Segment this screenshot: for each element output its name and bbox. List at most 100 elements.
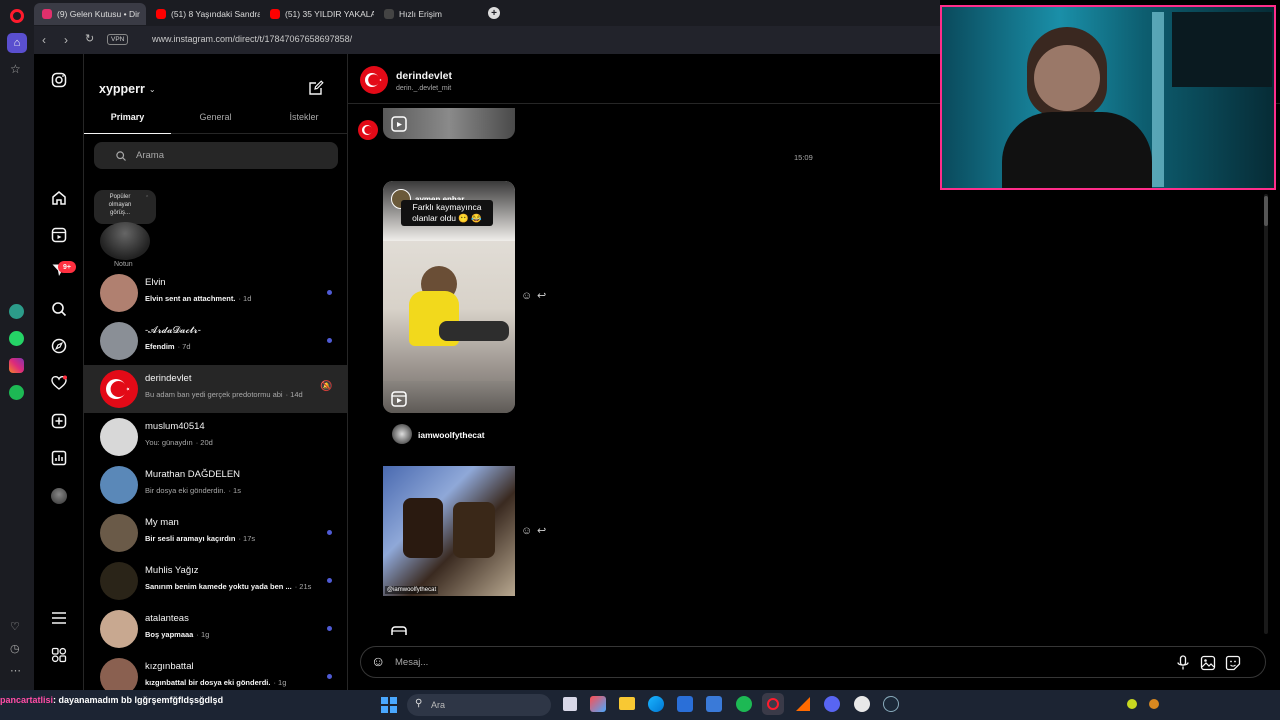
- unread-dot: [327, 626, 332, 631]
- app-icon[interactable]: [796, 697, 810, 711]
- reply-icon[interactable]: ↩: [537, 524, 546, 537]
- vpn-badge[interactable]: VPN: [107, 34, 129, 45]
- conversation-item[interactable]: muslum40514 You: günaydın · 20d: [84, 413, 348, 461]
- edge-icon[interactable]: [648, 696, 664, 712]
- url-field[interactable]: www.instagram.com/direct/t/1784706765869…: [152, 34, 352, 44]
- store-icon[interactable]: [677, 696, 693, 712]
- account-switcher[interactable]: xypperr ⌄: [99, 82, 156, 96]
- inbox-username: xypperr: [99, 82, 145, 96]
- unread-dot: [327, 578, 332, 583]
- message-composer[interactable]: ☺ Mesaj...: [360, 646, 1266, 678]
- reels-icon[interactable]: [49, 225, 69, 245]
- home-speeddial-icon[interactable]: ⌂: [7, 33, 27, 53]
- conversation-avatar: [100, 562, 138, 600]
- new-message-icon[interactable]: [308, 80, 324, 101]
- heart-icon[interactable]: ♡: [10, 620, 20, 633]
- whatsapp-icon[interactable]: [9, 331, 24, 346]
- instagram-logo-icon[interactable]: [49, 70, 69, 90]
- tab-youtube-2[interactable]: (51) 35 YILDIR YAKALANA: [262, 3, 374, 25]
- create-icon[interactable]: [49, 411, 69, 431]
- composer-placeholder: Mesaj...: [395, 657, 429, 668]
- chat-scrollbar[interactable]: [1264, 194, 1268, 634]
- notifications-heart-icon[interactable]: [49, 373, 69, 393]
- react-emoji-icon[interactable]: ☺: [521, 290, 532, 302]
- unread-dot: [327, 674, 332, 679]
- inbox-search[interactable]: Arama: [94, 142, 338, 169]
- react-emoji-icon[interactable]: ☺: [521, 525, 532, 537]
- tab-requests[interactable]: İstekler: [260, 112, 348, 134]
- home-icon[interactable]: [49, 188, 69, 208]
- start-button-icon[interactable]: [381, 697, 397, 713]
- previous-shared-reel[interactable]: [383, 108, 515, 139]
- image-icon[interactable]: [1200, 655, 1216, 671]
- conversation-preview: Elvin sent an attachment. · 1d: [145, 294, 251, 303]
- conversation-item[interactable]: derindevlet Bu adam ban yedi gerçek predo…: [84, 365, 348, 413]
- conversation-item[interactable]: atalanteas Boş yapmaaa · 1g: [84, 605, 348, 653]
- chevron-down-icon: ⌄: [148, 84, 156, 94]
- youtube-favicon-icon: [156, 9, 166, 19]
- shared-reel-1[interactable]: aymen.enhar_ Farklı kaymayınca olanlar o…: [383, 181, 515, 413]
- tray-icon[interactable]: [1127, 699, 1137, 709]
- back-icon[interactable]: ‹: [42, 33, 46, 47]
- taskbar-search-placeholder: Ara: [431, 700, 446, 710]
- more-icon[interactable]: ⋯: [10, 664, 21, 677]
- conversation-item[interactable]: Elvin Elvin sent an attachment. · 1d: [84, 269, 348, 317]
- reel-author-avatar: [392, 424, 412, 444]
- tray-icon[interactable]: [1149, 699, 1159, 709]
- spotify-taskbar-icon[interactable]: [736, 696, 752, 712]
- task-view-icon[interactable]: [563, 697, 577, 711]
- sticker-icon[interactable]: [1225, 655, 1241, 671]
- tab-primary[interactable]: Primary: [84, 112, 171, 134]
- taskbar-search[interactable]: ⚲ Ara: [407, 694, 551, 716]
- pinboard-icon[interactable]: ☆: [10, 62, 21, 76]
- dashboard-icon[interactable]: [49, 448, 69, 468]
- conversation-item[interactable]: -𝓐𝓻𝓭𝓪𝓓𝓪𝓬𝓽𝓻- Efendim · 7d: [84, 317, 348, 365]
- menu-icon[interactable]: [49, 608, 69, 628]
- chat-name[interactable]: derindevlet: [396, 70, 452, 82]
- search-icon[interactable]: [49, 299, 69, 319]
- tab-label: (51) 8 Yaşındaki Sandra Ca: [171, 9, 260, 19]
- reel-caption: Farklı kaymayınca olanlar oldu 😶 😂: [401, 200, 493, 226]
- forward-icon[interactable]: ›: [64, 33, 68, 47]
- conversation-item[interactable]: My man Bir sesli aramayı kaçırdın · 17s: [84, 509, 348, 557]
- new-tab-button[interactable]: +: [488, 7, 500, 19]
- reply-icon[interactable]: ↩: [537, 289, 546, 302]
- reload-icon[interactable]: ↻: [85, 32, 94, 45]
- history-icon[interactable]: ◷: [10, 642, 20, 655]
- tab-label: (9) Gelen Kutusu • Dir: [57, 9, 140, 19]
- microphone-icon[interactable]: [1176, 655, 1190, 671]
- discord-icon[interactable]: [824, 696, 840, 712]
- conversation-preview-text: Efendim: [145, 342, 175, 351]
- tab-general[interactable]: General: [171, 112, 260, 134]
- scrollbar-thumb[interactable]: [1264, 196, 1268, 226]
- conversation-name: derindevlet: [145, 373, 192, 384]
- file-explorer-icon[interactable]: [619, 697, 635, 710]
- spotify-icon[interactable]: [9, 385, 24, 400]
- conversation-preview: Bir dosya eki gönderdin. · 1s: [145, 486, 241, 495]
- tab-speed-dial[interactable]: Hızlı Erişim: [376, 3, 480, 25]
- conversation-preview-text: Elvin sent an attachment.: [145, 294, 236, 303]
- threads-apps-icon[interactable]: [49, 645, 69, 665]
- obs-icon[interactable]: [854, 696, 870, 712]
- steam-icon[interactable]: [883, 696, 899, 712]
- unread-dot: [327, 290, 332, 295]
- tab-youtube-1[interactable]: (51) 8 Yaşındaki Sandra Ca: [148, 3, 260, 25]
- conversation-item[interactable]: Murathan DAĞDELEN Bir dosya eki gönderdin…: [84, 461, 348, 509]
- conversation-preview: You: günaydın · 20d: [145, 438, 213, 447]
- mail-icon[interactable]: [706, 696, 722, 712]
- shared-reel-2[interactable]: iamwoolfythecat @iamwoolfythecat: [383, 418, 515, 635]
- note-bubble[interactable]: Popüler olmayan görüş... ⌃: [94, 190, 156, 224]
- explore-icon[interactable]: [49, 336, 69, 356]
- chatgpt-icon[interactable]: [9, 304, 24, 319]
- note-avatar[interactable]: [100, 222, 150, 260]
- reel-cat-figure: [403, 498, 443, 558]
- opera-logo-icon[interactable]: [10, 9, 24, 23]
- emoji-icon[interactable]: ☺: [371, 653, 385, 669]
- instagram-sidebar-icon[interactable]: [9, 358, 24, 373]
- chat-avatar[interactable]: [360, 66, 388, 94]
- copilot-icon[interactable]: [590, 696, 606, 712]
- conversation-item[interactable]: Muhlis Yağız Sanırım benim kamede yoktu y…: [84, 557, 348, 605]
- tab-instagram[interactable]: (9) Gelen Kutusu • Dir: [34, 3, 146, 25]
- opera-taskbar-icon[interactable]: [762, 693, 784, 715]
- profile-avatar[interactable]: [51, 488, 67, 504]
